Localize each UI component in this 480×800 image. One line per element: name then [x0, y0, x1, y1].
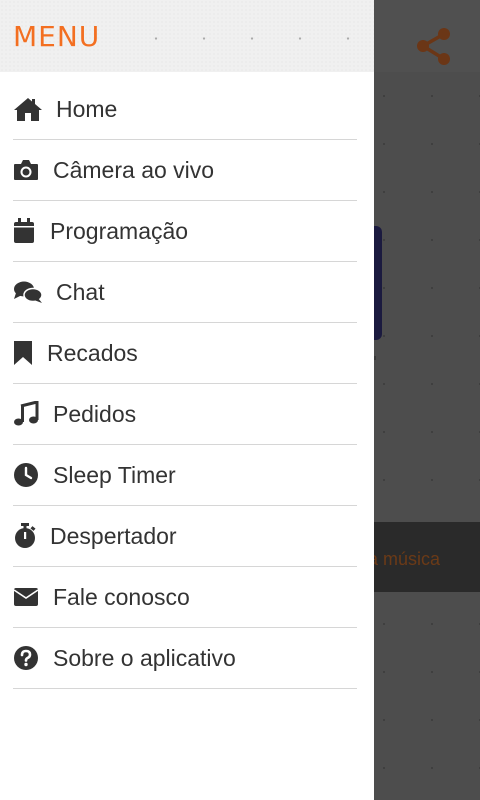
menu-item-messages[interactable]: Recados	[13, 323, 357, 384]
menu-item-label: Sobre o aplicativo	[53, 644, 236, 671]
menu-list: Home Câmera ao vivo Programação Chat Rec…	[13, 79, 357, 689]
share-icon	[417, 28, 450, 65]
calendar-icon	[13, 218, 35, 244]
menu-item-chat[interactable]: Chat	[13, 262, 357, 323]
music-icon	[13, 401, 39, 427]
menu-item-alarm[interactable]: Despertador	[13, 506, 357, 567]
menu-item-camera[interactable]: Câmera ao vivo	[13, 140, 357, 201]
menu-item-label: Recados	[47, 339, 138, 366]
bookmark-icon	[13, 340, 33, 366]
clock-icon	[13, 462, 39, 488]
menu-item-label: Despertador	[50, 522, 177, 549]
menu-item-requests[interactable]: Pedidos	[13, 384, 357, 445]
question-icon	[13, 645, 39, 671]
menu-item-sleep-timer[interactable]: Sleep Timer	[13, 445, 357, 506]
menu-item-label: Chat	[56, 278, 105, 305]
chat-icon	[13, 279, 43, 305]
background-card-dot	[374, 356, 376, 360]
menu-item-label: Câmera ao vivo	[53, 156, 215, 183]
menu-item-contact[interactable]: Fale conosco	[13, 567, 357, 628]
menu-title: MENU	[13, 20, 101, 53]
drawer-header: MENU	[0, 0, 374, 72]
menu-item-label: Sleep Timer	[53, 461, 176, 488]
menu-item-label: Home	[56, 95, 118, 122]
envelope-icon	[13, 584, 39, 610]
share-button[interactable]	[414, 26, 454, 66]
menu-item-about[interactable]: Sobre o aplicativo	[13, 628, 357, 689]
menu-item-home[interactable]: Home	[13, 79, 357, 140]
menu-item-label: Programação	[50, 217, 189, 244]
home-icon	[13, 96, 43, 122]
navigation-drawer: MENU Home Câmera ao vivo Programação Cha…	[0, 0, 374, 800]
menu-item-label: Fale conosco	[53, 583, 190, 610]
stopwatch-icon	[13, 523, 37, 549]
camera-icon	[13, 157, 39, 183]
playbar-text: a música	[368, 549, 441, 569]
menu-item-schedule[interactable]: Programação	[13, 201, 357, 262]
menu-item-label: Pedidos	[53, 400, 137, 427]
header-dots	[120, 37, 374, 40]
